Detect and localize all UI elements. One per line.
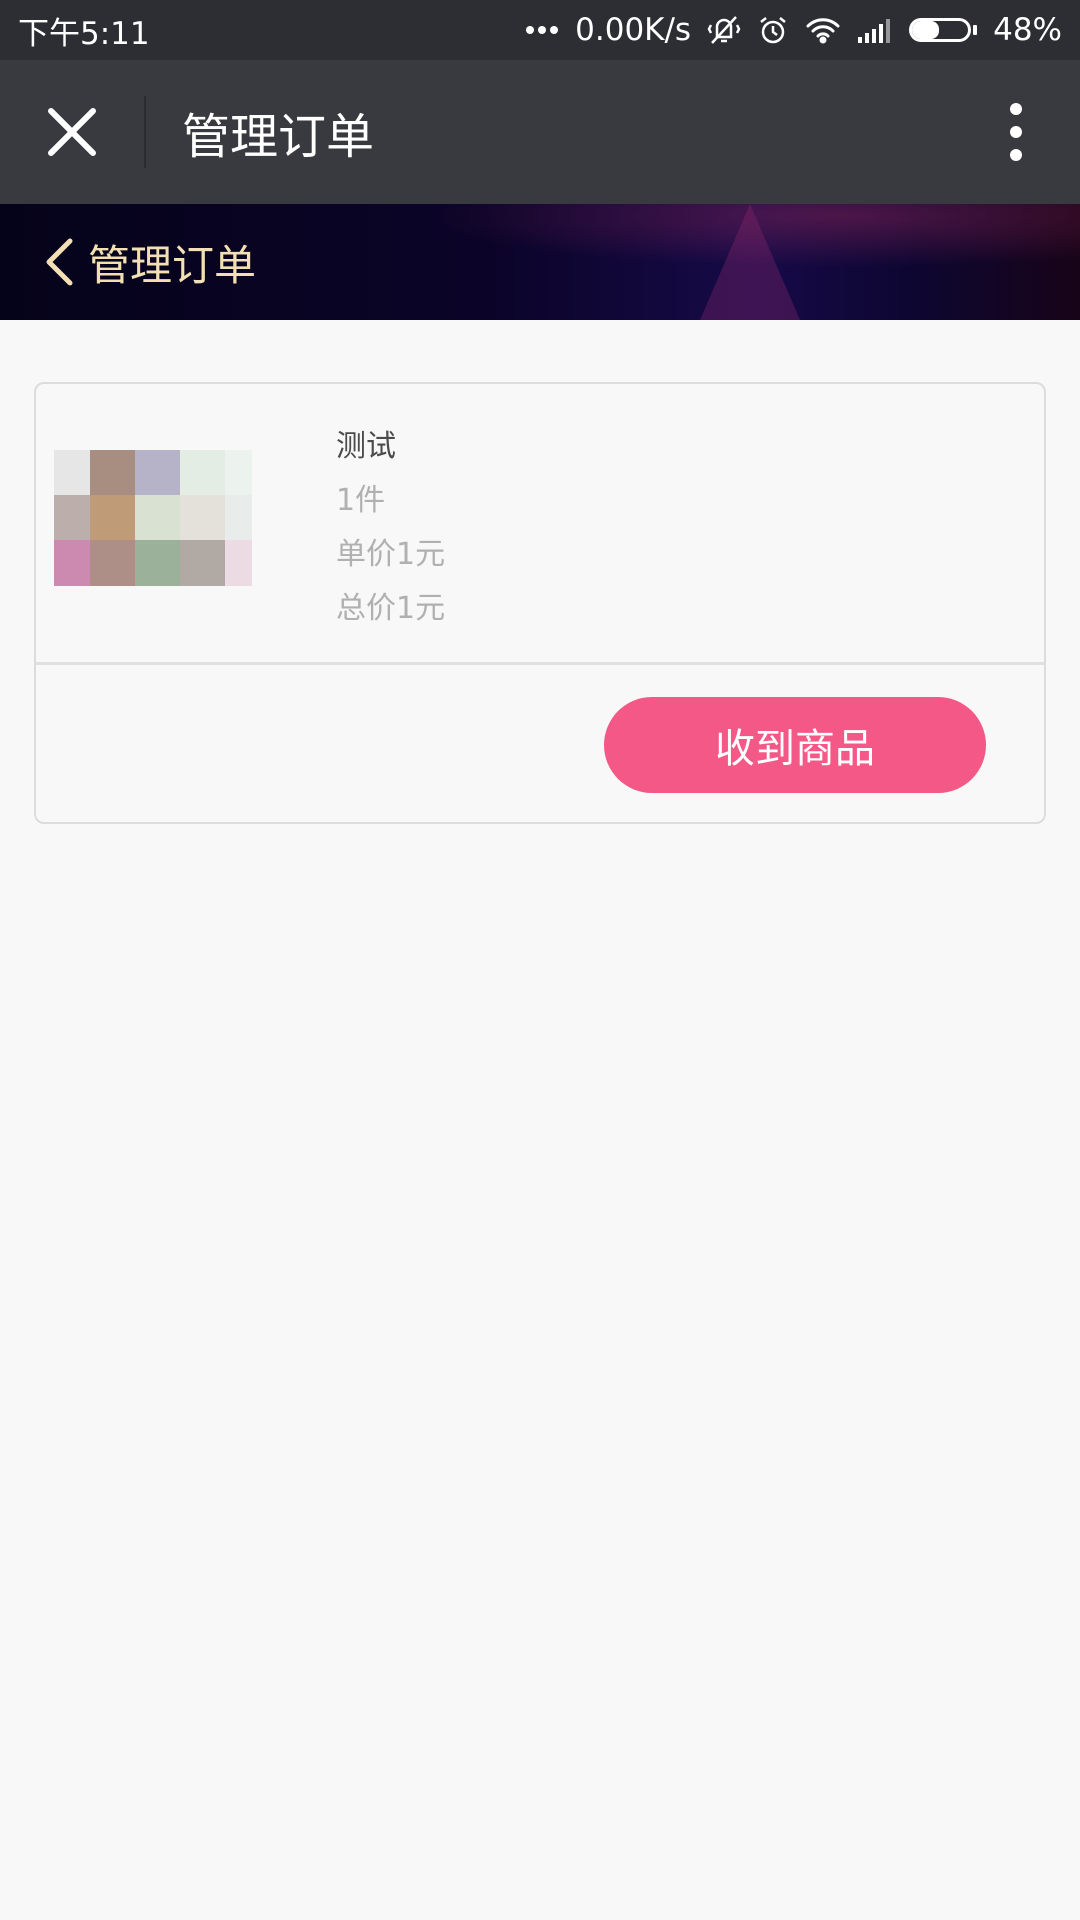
thumbnail-pixel [135,495,180,540]
order-actions: 收到商品 [36,665,1044,824]
order-info: 测试 1件 单价1元 总价1元 [336,420,445,636]
battery-percent: 48% [993,12,1062,48]
page-title: 管理订单 [182,109,375,165]
title-divider [144,96,146,168]
thumbnail-pixel [180,495,225,540]
thumbnail-pixel [90,495,135,540]
status-bar: 下午5:11 0.00K/s 48% [0,0,1080,60]
order-item[interactable]: 测试 1件 单价1元 总价1元 [36,384,1044,665]
thumbnail-pixel [225,495,252,540]
receive-goods-button[interactable]: 收到商品 [604,697,986,793]
alarm-icon [757,14,789,46]
more-button[interactable] [968,60,1064,204]
close-button[interactable] [0,60,144,204]
thumbnail-pixel [54,450,90,495]
thumbnail-pixel [180,450,225,495]
item-quantity: 1件 [336,483,386,518]
back-button[interactable]: 管理订单 [44,232,256,293]
thumbnail-pixel [225,540,252,586]
signal-icon [857,17,893,43]
thumbnail-pixel [225,450,252,495]
product-thumbnail[interactable] [54,450,252,586]
thumbnail-pixel [180,540,225,586]
title-bar: 管理订单 [0,60,1080,204]
close-icon [48,108,96,156]
page-header: 管理订单 [0,204,1080,320]
net-speed: 0.00K/s [575,12,692,48]
thumbnail-pixel [135,450,180,495]
wifi-icon [805,16,841,44]
item-unit-price: 单价1元 [336,537,446,572]
header-title: 管理订单 [88,240,257,290]
thumbnail-pixel [90,450,135,495]
thumbnail-pixel [90,540,135,586]
more-vertical-icon [1010,103,1022,161]
banner-decoration [700,204,800,320]
item-name: 测试 [336,429,396,464]
more-dots-icon [525,25,559,35]
order-card: 测试 1件 单价1元 总价1元 收到商品 [34,382,1046,824]
thumbnail-pixel [135,540,180,586]
screen: 下午5:11 0.00K/s 48% 管理订单 管理订单 测试 1件 单价1元 … [0,0,1080,1920]
item-total-price: 总价1元 [336,591,446,626]
status-time: 下午5:11 [18,15,150,52]
vibrate-off-icon [707,13,741,47]
chevron-left-icon [46,238,73,286]
battery-icon [909,18,978,42]
thumbnail-pixel [54,495,90,540]
thumbnail-pixel [54,540,90,586]
